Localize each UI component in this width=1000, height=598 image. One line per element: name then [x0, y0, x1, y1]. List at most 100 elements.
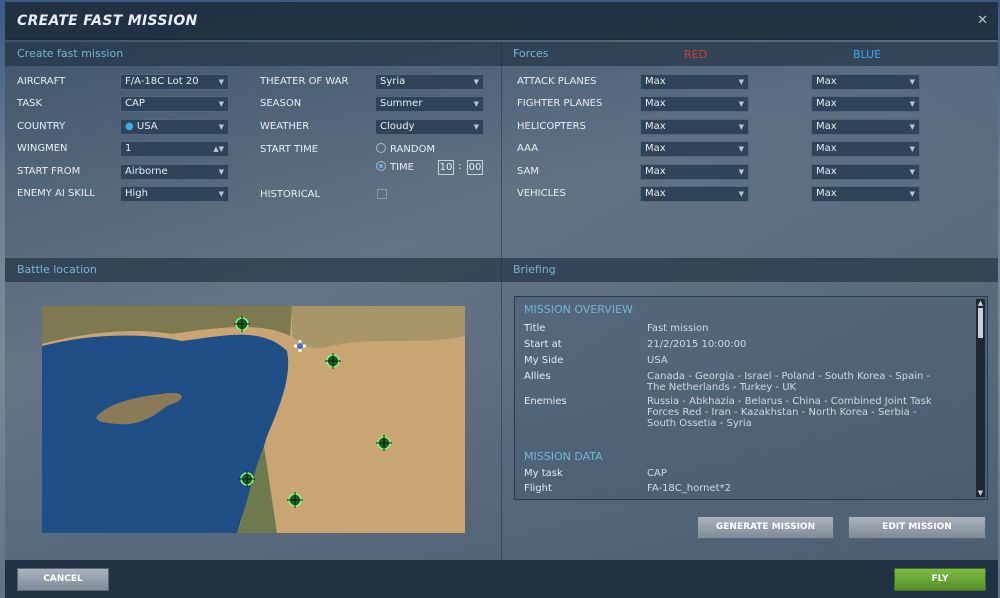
close-icon[interactable]: ✕ [977, 13, 988, 28]
brief-value: Canada - Georgia - Israel - Poland - Sou… [647, 371, 931, 393]
chevron-down-icon: ▼ [218, 123, 224, 131]
blue-force-dropdown-value: Max [816, 76, 837, 87]
briefing-scrollbar[interactable]: ▲ ▼ [976, 299, 985, 497]
red-force-dropdown[interactable]: Max ▼ [640, 164, 749, 180]
chevron-down-icon: ▼ [473, 78, 479, 86]
forces-section-header: Forces [501, 42, 998, 66]
chevron-down-icon: ▼ [738, 145, 744, 153]
field-dropdown[interactable]: F/A-18C Lot 20 ▼ [120, 74, 229, 90]
battle-map[interactable] [42, 306, 465, 533]
historical-checkbox[interactable] [377, 189, 387, 199]
red-force-dropdown[interactable]: Max ▼ [640, 186, 749, 202]
blue-label: BLUE [853, 48, 882, 61]
chevron-down-icon: ▼ [218, 168, 224, 176]
country-flag-icon: ● [125, 121, 137, 132]
minutes-input[interactable]: 00 [467, 160, 483, 175]
blue-force-dropdown-value: Max [816, 143, 837, 154]
field-dropdown-value: Airborne [125, 166, 168, 177]
force-label: VEHICLES [517, 188, 566, 199]
field-dropdown-value: Syria [380, 76, 406, 87]
blue-force-dropdown[interactable]: Max ▼ [811, 141, 920, 157]
chevron-down-icon: ▼ [473, 123, 479, 131]
brief-value: USA [647, 355, 668, 366]
edit-mission-button[interactable]: EDIT MISSION [848, 516, 986, 539]
chevron-down-icon: ▼ [738, 168, 744, 176]
brief-value: FA-18C_hornet*2 [647, 483, 731, 494]
chevron-down-icon: ▼ [738, 190, 744, 198]
force-label: ATTACK PLANES [517, 76, 597, 87]
red-force-dropdown-value: Max [645, 121, 666, 132]
red-force-dropdown-value: Max [645, 143, 666, 154]
chevron-down-icon: ▼ [909, 190, 915, 198]
generate-mission-button[interactable]: GENERATE MISSION [697, 516, 834, 539]
field-dropdown[interactable]: Syria ▼ [375, 74, 484, 90]
forces-title: Forces [513, 47, 549, 60]
blue-force-dropdown-value: Max [816, 188, 837, 199]
field-dropdown[interactable]: High ▼ [120, 186, 229, 202]
force-label: AAA [517, 143, 539, 154]
red-force-dropdown[interactable]: Max ▼ [640, 119, 749, 135]
field-label: START FROM [17, 166, 81, 177]
country-dropdown[interactable]: ● USA ▼ [120, 119, 229, 135]
brief-key: Start at [524, 339, 562, 350]
force-label: HELICOPTERS [517, 121, 586, 132]
field-dropdown[interactable]: CAP ▼ [120, 96, 229, 112]
blue-force-dropdown[interactable]: Max ▼ [811, 164, 920, 180]
wingmen-stepper[interactable]: 1 ▲▼ [120, 141, 229, 157]
scroll-down-icon[interactable]: ▼ [976, 489, 985, 497]
blue-force-dropdown[interactable]: Max ▼ [811, 186, 920, 202]
brief-value: CAP [647, 468, 667, 479]
create-fast-mission-window: CREATE FAST MISSION ✕ Create fast missio… [5, 2, 998, 598]
chevron-down-icon: ▼ [909, 100, 915, 108]
red-force-dropdown[interactable]: Max ▼ [640, 141, 749, 157]
chevron-down-icon: ▼ [738, 100, 744, 108]
fly-button[interactable]: FLY [894, 568, 986, 591]
scroll-thumb[interactable] [978, 308, 983, 338]
chevron-down-icon: ▼ [909, 123, 915, 131]
chevron-down-icon: ▼ [738, 123, 744, 131]
red-force-dropdown[interactable]: Max ▼ [640, 96, 749, 112]
field-dropdown-value: F/A-18C Lot 20 [125, 76, 199, 87]
brief-key: Flight [524, 483, 552, 494]
field-dropdown-value: Summer [380, 98, 423, 109]
field-dropdown-value: High [125, 188, 148, 199]
blue-force-dropdown[interactable]: Max ▼ [811, 74, 920, 90]
scroll-up-icon[interactable]: ▲ [976, 299, 985, 307]
wingmen-stepper-value: 1 [125, 143, 132, 154]
field-dropdown[interactable]: Cloudy ▼ [375, 119, 484, 135]
field-label: SEASON [260, 98, 302, 109]
random-label: RANDOM [390, 144, 436, 155]
field-label: TASK [17, 98, 43, 109]
red-force-dropdown-value: Max [645, 188, 666, 199]
random-radio[interactable]: RANDOM [376, 143, 435, 155]
time-radio[interactable]: TIME [376, 161, 414, 173]
brief-value: Fast mission [647, 323, 709, 334]
field-label: COUNTRY [17, 121, 66, 132]
field-dropdown[interactable]: Summer ▼ [375, 96, 484, 112]
blue-force-dropdown[interactable]: Max ▼ [811, 119, 920, 135]
brief-key: Enemies [524, 396, 567, 407]
chevron-down-icon: ▼ [218, 190, 224, 198]
field-dropdown-value: CAP [125, 98, 145, 109]
chevron-down-icon: ▼ [909, 78, 915, 86]
red-force-dropdown-value: Max [645, 98, 666, 109]
brief-key: My Side [524, 355, 564, 366]
chevron-down-icon: ▼ [473, 100, 479, 108]
divider [501, 42, 502, 560]
hours-input[interactable]: 10 [438, 160, 454, 175]
radio-icon [376, 143, 386, 153]
blue-force-dropdown-value: Max [816, 121, 837, 132]
field-dropdown[interactable]: Airborne ▼ [120, 164, 229, 180]
force-label: SAM [517, 166, 540, 177]
field-dropdown-value: Cloudy [380, 121, 415, 132]
chevron-down-icon: ▼ [218, 78, 224, 86]
mission-data-heading: MISSION DATA [524, 450, 603, 463]
start-time-label: START TIME [260, 144, 319, 155]
radio-selected-icon [376, 161, 386, 171]
field-label: THEATER OF WAR [260, 76, 349, 87]
force-label: FIGHTER PLANES [517, 98, 603, 109]
blue-force-dropdown[interactable]: Max ▼ [811, 96, 920, 112]
country-value: USA [136, 121, 158, 132]
red-force-dropdown[interactable]: Max ▼ [640, 74, 749, 90]
cancel-button[interactable]: CANCEL [17, 568, 109, 591]
